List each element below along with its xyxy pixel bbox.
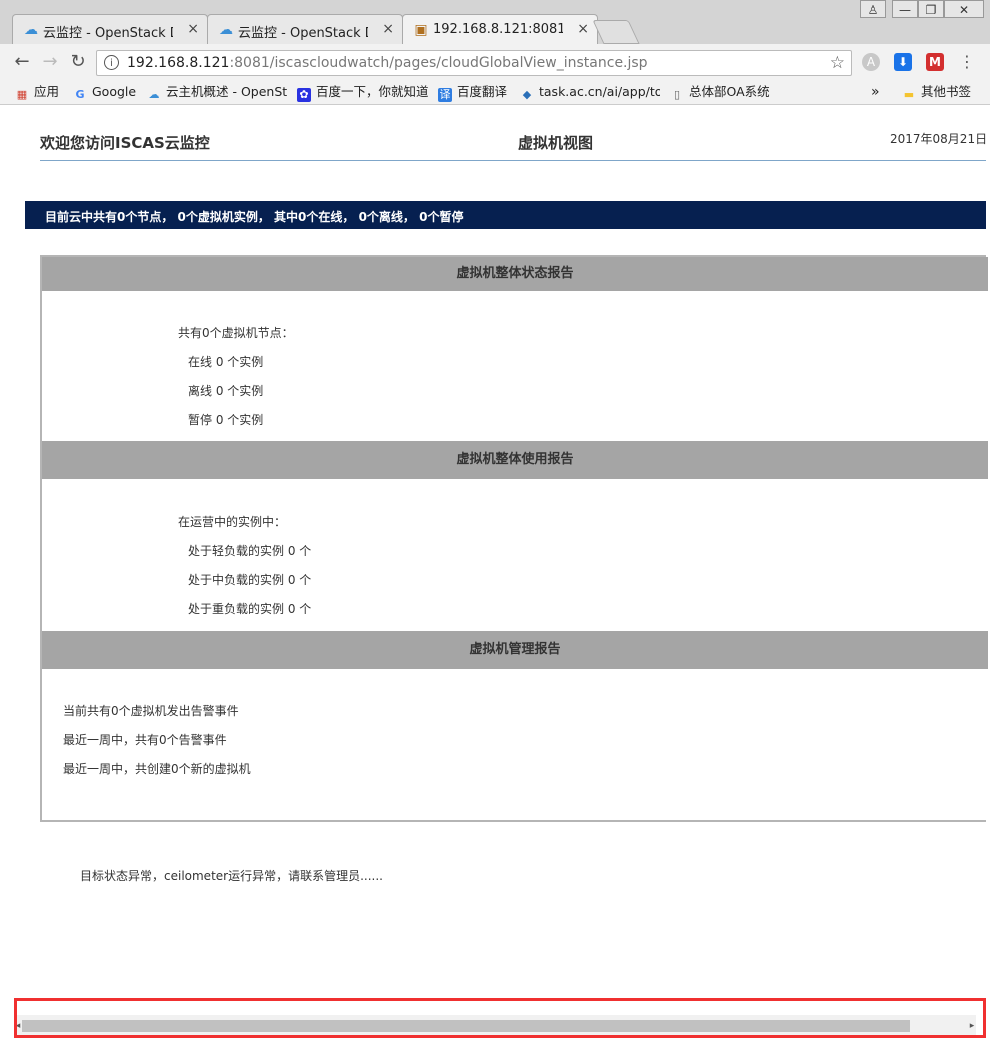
bookmark-label: 总体部OA系统 [689,84,770,99]
cube-icon: ◆ [522,88,532,101]
browser-titlebar: ☁ 云监控 - OpenStack Da × ☁ 云监控 - OpenStack… [0,0,990,44]
cloud-icon: ☁ [219,22,233,38]
page-title: 虚拟机视图 [518,134,594,152]
tab-cloud-monitor-1[interactable]: ☁ 云监控 - OpenStack Da × [12,14,208,44]
status-line: 共有0个虚拟机节点： [178,326,294,340]
tab-instance-view[interactable]: ▣ 192.168.8.121:8081/isc × [402,14,598,44]
new-tab-button[interactable] [592,20,640,44]
url-path: :8081/iscascloudwatch/pages/cloudGlobalV… [229,55,648,71]
usage-line: 处于中负载的实例 0 个 [188,573,312,587]
cloud-icon: ☁ [24,22,38,38]
header-divider [40,160,986,161]
close-icon[interactable]: × [187,21,199,37]
translate-icon: 译 [438,88,452,102]
cloud-icon: ☁ [148,88,160,101]
bookmark-label: 其他书签 [921,84,972,99]
close-icon[interactable]: × [382,21,394,37]
tab-title: 192.168.8.121:8081/isc [433,22,563,37]
bookmark-label: 应用 [34,84,60,99]
back-button[interactable]: ← [11,51,33,73]
tab-cloud-monitor-2[interactable]: ☁ 云监控 - OpenStack Da × [207,14,403,44]
status-line: 在线 0 个实例 [188,355,264,369]
forward-button[interactable]: → [39,51,61,73]
google-icon: G [75,88,85,101]
bookmark-baidu[interactable]: ✿ 百度一下，你就知道 [297,83,429,102]
browser-toolbar: ← → ↻ i 192.168.8.121:8081/iscascloudwat… [0,44,990,80]
bookmark-baidu-translate[interactable]: 译百度翻译 [438,83,508,102]
bookmark-apps[interactable]: ▦ 应用 [15,83,59,101]
reload-button[interactable]: ↻ [67,51,89,73]
date-label: 2017年08月21日 [890,132,988,146]
window-close-button[interactable]: ✕ [944,0,984,18]
status-line: 离线 0 个实例 [188,384,264,398]
user-profile-button[interactable]: ♙ [860,0,886,18]
summary-text: 目前云中共有0个节点， 0个虚拟机实例， 其中0个在线， 0个离线， 0个暂停 [45,210,464,224]
status-report-heading: 虚拟机整体状态报告 [42,257,988,291]
baidu-paw-icon: ✿ [297,88,311,102]
usage-report-heading: 虚拟机整体使用报告 [42,441,988,479]
close-icon[interactable]: × [577,21,589,37]
folder-icon: ▬ [903,88,915,101]
management-line: 当前共有0个虚拟机发出告警事件 [63,704,239,718]
document-icon: ▯ [673,88,681,101]
bookmark-label: 云主机概述 - OpenSt [166,84,287,99]
usage-line: 在运营中的实例中： [178,515,287,529]
bookmark-task[interactable]: ◆ task.ac.cn/ai/app/to [520,83,660,101]
tab-title: 云监控 - OpenStack Da [238,26,368,41]
tab-title: 云监控 - OpenStack Da [43,26,173,41]
bookmarks-bar: ▦ 应用 G Google ☁ 云主机概述 - OpenSt ✿ 百度一下，你就知道 译… [0,80,990,105]
address-bar[interactable]: i 192.168.8.121:8081/iscascloudwatch/pag… [96,50,852,76]
management-line: 最近一周中，共创建0个新的虚拟机 [63,762,251,776]
url-text[interactable]: 192.168.8.121:8081/iscascloudwatch/pages… [127,55,648,71]
apps-grid-icon: ▦ [16,88,28,101]
bookmark-label: task.ac.cn/ai/app/to [539,84,660,99]
bookmark-star-icon[interactable]: ☆ [830,53,845,73]
ceilometer-warning: 目标状态异常，ceilometer运行异常，请联系管理员...... [80,869,383,883]
bookmark-cloud-overview[interactable]: ☁ 云主机概述 - OpenSt [147,83,288,101]
management-line: 最近一周中，共有0个告警事件 [63,733,227,747]
summary-banner: 目前云中共有0个节点， 0个虚拟机实例， 其中0个在线， 0个离线， 0个暂停 [25,201,986,229]
m-extension-icon[interactable]: M [926,53,944,71]
page-icon: ▣ [414,22,428,38]
scrollbar-highlight-box [14,998,986,1038]
maximize-button[interactable]: ❐ [918,0,944,18]
bookmark-label: Google [92,84,137,99]
welcome-text: 欢迎您访问ISCAS云监控 [40,134,210,152]
report-panel: 虚拟机整体状态报告 共有0个虚拟机节点： 在线 0 个实例 离线 0 个实例 暂… [40,255,988,822]
other-bookmarks-folder[interactable]: ▬ 其他书签 [902,83,971,101]
bookmark-label: 百度一下，你就知道 [316,84,429,99]
bookmark-label: 百度翻译 [457,84,508,99]
usage-line: 处于轻负载的实例 0 个 [188,544,312,558]
pocket-extension-icon[interactable]: ⬇ [894,53,912,71]
bookmark-oa-system[interactable]: ▯ 总体部OA系统 [670,83,770,101]
page-content: 欢迎您访问ISCAS云监控 虚拟机视图 2017年08月21日 目前云中共有0个… [0,105,990,1040]
browser-menu-icon[interactable]: ⋮ [956,51,978,73]
bookmarks-overflow-button[interactable]: » [871,83,880,101]
url-host: 192.168.8.121 [127,55,230,71]
angular-extension-icon[interactable]: A [862,53,880,71]
status-line: 暂停 0 个实例 [188,413,264,427]
management-report-heading: 虚拟机管理报告 [42,631,988,669]
site-info-icon[interactable]: i [104,55,119,70]
usage-line: 处于重负载的实例 0 个 [188,602,312,616]
bookmark-google[interactable]: G Google [73,83,136,101]
minimize-button[interactable]: — [892,0,918,18]
